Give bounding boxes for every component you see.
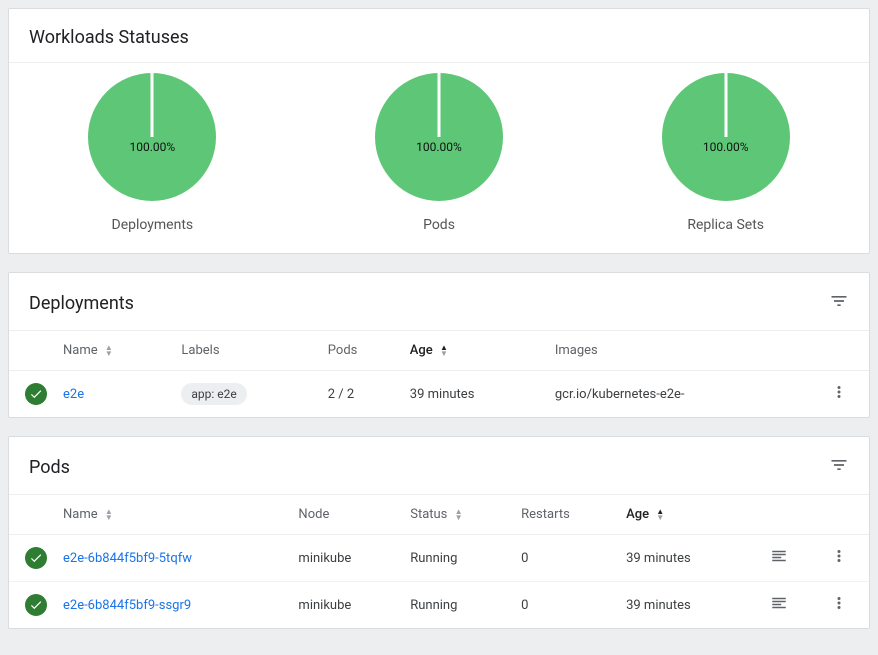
deployments-title: Deployments xyxy=(29,293,134,314)
col-status[interactable]: Status ▲▼ xyxy=(402,495,513,535)
pods-title-row: Pods xyxy=(9,437,869,494)
node-value: minikube xyxy=(290,535,402,582)
images-value: gcr.io/kubernetes-e2e- xyxy=(547,371,809,418)
donut-replicasets: 100.00% xyxy=(662,73,790,201)
filter-icon[interactable] xyxy=(829,455,849,480)
logs-icon[interactable] xyxy=(770,601,788,616)
table-row: e2e-6b844f5bf9-ssgr9 minikube Running 0 … xyxy=(9,582,869,629)
pods-count: 2 / 2 xyxy=(320,371,402,418)
status-ok-icon xyxy=(25,594,47,616)
restarts-value: 0 xyxy=(513,535,618,582)
col-age[interactable]: Age ▲▼ xyxy=(618,495,749,535)
pods-card: Pods Name ▲▼ Node Status ▲▼ Restarts Age xyxy=(8,436,870,629)
chart-pods: 100.00% Pods xyxy=(296,73,583,233)
pod-link[interactable]: e2e-6b844f5bf9-ssgr9 xyxy=(63,598,191,613)
deployment-link[interactable]: e2e xyxy=(63,387,84,402)
col-labels[interactable]: Labels xyxy=(173,331,319,371)
col-age[interactable]: Age ▲▼ xyxy=(402,331,547,371)
node-value: minikube xyxy=(290,582,402,629)
workloads-status-card: Workloads Statuses 100.00% Deployments 1… xyxy=(8,8,870,254)
charts-row: 100.00% Deployments 100.00% Pods 100.00%… xyxy=(9,63,869,253)
donut-pct-deployments: 100.00% xyxy=(129,140,175,154)
deployments-card: Deployments Name ▲▼ Labels Pods Age ▲▼ I… xyxy=(8,272,870,418)
logs-icon[interactable] xyxy=(770,554,788,569)
filter-icon[interactable] xyxy=(829,291,849,316)
workloads-title: Workloads Statuses xyxy=(9,9,869,63)
pods-table: Name ▲▼ Node Status ▲▼ Restarts Age ▲▼ xyxy=(9,494,869,628)
status-value: Running xyxy=(402,535,513,582)
chart-deployments: 100.00% Deployments xyxy=(9,73,296,233)
age-value: 39 minutes xyxy=(618,535,749,582)
chart-label-deployments: Deployments xyxy=(112,217,194,233)
status-ok-icon xyxy=(25,383,47,405)
donut-deployments: 100.00% xyxy=(88,73,216,201)
donut-pct-replicasets: 100.00% xyxy=(703,140,749,154)
deployments-title-row: Deployments xyxy=(9,273,869,330)
donut-pct-pods: 100.00% xyxy=(416,140,462,154)
col-name[interactable]: Name ▲▼ xyxy=(55,495,290,535)
status-ok-icon xyxy=(25,547,47,569)
deployments-table: Name ▲▼ Labels Pods Age ▲▼ Images xyxy=(9,330,869,417)
table-row: e2e app: e2e 2 / 2 39 minutes gcr.io/kub… xyxy=(9,371,869,418)
more-icon[interactable] xyxy=(830,554,848,569)
chart-label-replicasets: Replica Sets xyxy=(687,217,764,233)
col-restarts[interactable]: Restarts xyxy=(513,495,618,535)
col-name[interactable]: Name ▲▼ xyxy=(55,331,173,371)
restarts-value: 0 xyxy=(513,582,618,629)
pods-title: Pods xyxy=(29,457,70,478)
chart-label-pods: Pods xyxy=(423,217,455,233)
col-node[interactable]: Node xyxy=(290,495,402,535)
donut-pods: 100.00% xyxy=(375,73,503,201)
col-pods[interactable]: Pods xyxy=(320,331,402,371)
col-images[interactable]: Images xyxy=(547,331,809,371)
age-value: 39 minutes xyxy=(402,371,547,418)
more-icon[interactable] xyxy=(830,390,848,405)
label-chip: app: e2e xyxy=(181,383,246,405)
table-row: e2e-6b844f5bf9-5tqfw minikube Running 0 … xyxy=(9,535,869,582)
age-value: 39 minutes xyxy=(618,582,749,629)
pod-link[interactable]: e2e-6b844f5bf9-5tqfw xyxy=(63,551,192,566)
status-value: Running xyxy=(402,582,513,629)
chart-replicasets: 100.00% Replica Sets xyxy=(582,73,869,233)
more-icon[interactable] xyxy=(830,601,848,616)
